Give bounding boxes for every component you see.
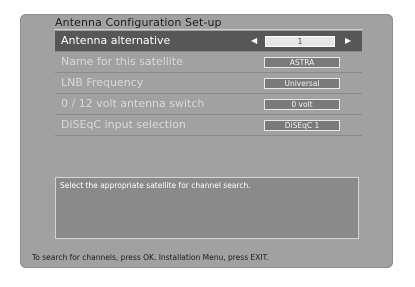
diseqc-input-value[interactable]: DiSEqC 1 xyxy=(264,120,340,131)
volt-switch-value[interactable]: 0 volt xyxy=(264,99,340,110)
menu-row-lnb-frequency[interactable]: LNB Frequency Universal xyxy=(55,73,362,94)
lnb-frequency-value[interactable]: Universal xyxy=(264,78,340,89)
title-divider xyxy=(54,29,363,30)
menu-row-satellite-name[interactable]: Name for this satellite ASTRA xyxy=(55,52,362,73)
menu-row-label: Name for this satellite xyxy=(61,55,183,68)
help-text: Select the appropriate satellite for cha… xyxy=(60,181,251,190)
menu-row-label: 0 / 12 volt antenna switch xyxy=(61,97,205,110)
menu-row-label: Antenna alternative xyxy=(61,34,171,47)
menu-row-antenna-alternative[interactable]: Antenna alternative ◀ 1 ▶ xyxy=(55,31,362,52)
satellite-name-value[interactable]: ASTRA xyxy=(264,57,340,68)
page-title: Antenna Configuration Set-up xyxy=(55,16,222,29)
settings-menu: Antenna alternative ◀ 1 ▶ Name for this … xyxy=(55,31,362,136)
triangle-right-icon[interactable]: ▶ xyxy=(345,36,351,46)
menu-row-volt-switch[interactable]: 0 / 12 volt antenna switch 0 volt xyxy=(55,94,362,115)
help-box: Select the appropriate satellite for cha… xyxy=(55,177,359,239)
menu-row-label: LNB Frequency xyxy=(61,76,144,89)
footer-instructions: To search for channels, press OK. Instal… xyxy=(32,253,269,262)
menu-row-label: DiSEqC input selection xyxy=(61,118,186,131)
triangle-left-icon[interactable]: ◀ xyxy=(251,36,257,46)
antenna-alternative-value[interactable]: 1 xyxy=(265,36,335,47)
menu-row-diseqc-input[interactable]: DiSEqC input selection DiSEqC 1 xyxy=(55,115,362,136)
